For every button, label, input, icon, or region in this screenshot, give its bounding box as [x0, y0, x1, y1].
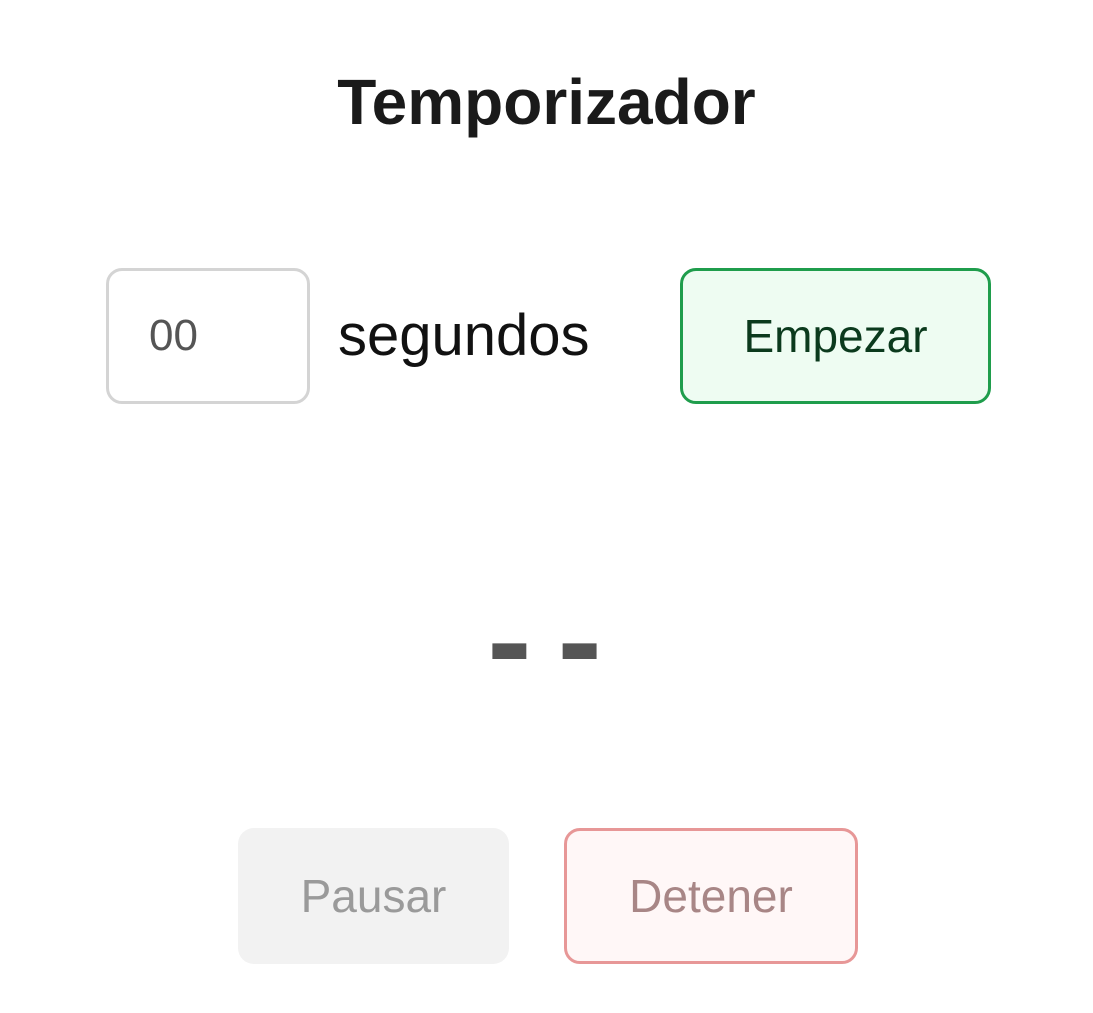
countdown-display: -- [0, 590, 1093, 700]
countdown-text: -- [476, 581, 617, 709]
pause-button[interactable]: Pausar [238, 828, 509, 964]
input-row: segundos Empezar [0, 268, 1093, 404]
start-button[interactable]: Empezar [680, 268, 991, 404]
stop-button[interactable]: Detener [564, 828, 858, 964]
control-row: Pausar Detener [0, 828, 1093, 964]
seconds-unit-label: segundos [338, 303, 590, 368]
seconds-input[interactable] [106, 268, 310, 404]
page-title: Temporizador [337, 66, 756, 138]
timer-page: Temporizador segundos Empezar -- Pausar … [0, 0, 1093, 1013]
